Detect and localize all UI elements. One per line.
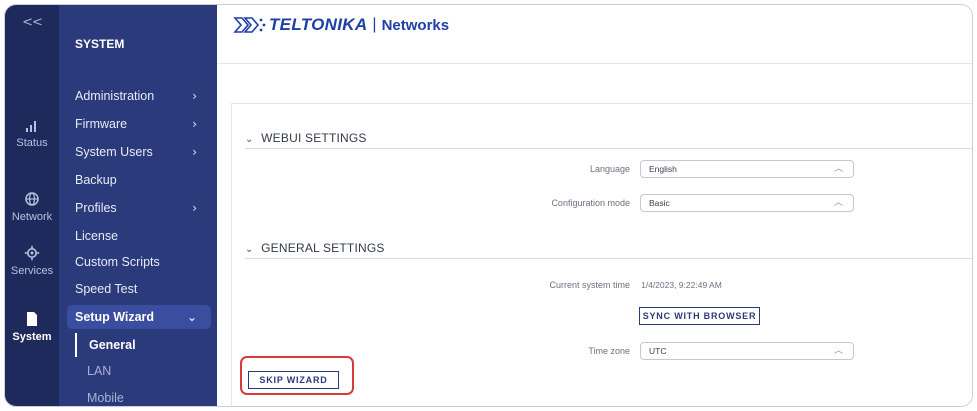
submenu-title: SYSTEM [75,37,125,51]
chevron-right-icon: › [192,89,197,103]
submenu-item-system-users[interactable]: System Users › [75,140,211,164]
icon-rail: << Status Network Services System [5,5,59,406]
submenu-item-label: LAN [87,364,112,378]
header-divider [217,63,972,64]
brand-product: Networks [381,16,450,34]
submenu-item-speed-test[interactable]: Speed Test [75,277,211,301]
submenu-item-setup-wizard[interactable]: Setup Wizard ⌄ [67,305,211,329]
system-icon [5,311,59,329]
submenu-item-administration[interactable]: Administration › [75,84,211,108]
submenu-item-lan[interactable]: LAN [75,359,211,383]
submenu-item-label: Backup [75,173,117,187]
submenu-item-label: License [75,229,119,243]
rail-item-status[interactable]: Status [5,117,59,149]
rail-item-label: Network [11,211,53,223]
submenu-item-mobile[interactable]: Mobile [75,386,211,406]
section-divider [245,148,972,149]
submenu-item-label: Setup Wizard [75,310,155,324]
submenu-item-label: Profiles [75,201,117,215]
sync-with-browser-button[interactable]: SYNC WITH BROWSER [639,307,760,325]
submenu-item-license[interactable]: License [75,224,211,248]
system-submenu: SYSTEM Administration › Firmware › Syste… [59,5,217,406]
configuration-mode-select[interactable]: Basic ︿ [640,194,854,212]
rail-item-services[interactable]: Services [5,245,59,277]
rail-item-label: System [12,331,52,343]
current-system-time-value: 1/4/2023, 9:22:49 AM [641,280,722,290]
language-value: English [649,164,677,174]
configuration-mode-label: Configuration mode [551,198,630,208]
gear-icon [5,245,59,263]
submenu-item-label: Speed Test [75,282,138,296]
chevron-up-icon: ︿ [833,346,843,356]
brand-name: TELTONIKA [269,15,368,34]
current-system-time-label: Current system time [549,280,630,290]
submenu-item-profiles[interactable]: Profiles › [75,196,211,220]
submenu-item-custom-scripts[interactable]: Custom Scripts [75,250,211,274]
globe-icon [5,191,59,209]
section-title: GENERAL SETTINGS [261,241,385,255]
submenu-item-label: Firmware [75,117,128,131]
language-select[interactable]: English ︿ [640,160,854,178]
section-divider [245,258,972,259]
brand-logo[interactable]: TELTONIKA | Networks [233,13,449,37]
time-zone-value: UTC [649,346,667,356]
brand-separator: | [372,16,377,33]
chevron-up-icon: ︿ [833,164,843,174]
time-zone-select[interactable]: UTC ︿ [640,342,854,360]
general-settings-toggle[interactable]: ⌄ GENERAL SETTINGS [245,241,385,255]
webui-settings-toggle[interactable]: ⌄ WEBUI SETTINGS [245,131,367,145]
submenu-item-label: General [89,338,136,352]
app-window: << Status Network Services System SYSTEM… [4,4,973,407]
submenu-item-label: Mobile [87,391,124,405]
main-content: TELTONIKA | Networks ⌄ WEBUI SETTINGS La… [217,5,972,406]
submenu-item-general[interactable]: General [75,333,211,357]
chevron-down-icon: ⌄ [245,244,254,255]
submenu-item-label: Administration [75,89,155,103]
chevron-right-icon: › [192,117,197,131]
rail-item-system[interactable]: System [5,311,59,343]
submenu-item-backup[interactable]: Backup [75,168,211,192]
chevron-down-icon: ⌄ [186,310,197,324]
time-zone-label: Time zone [588,346,630,356]
chevron-up-icon: ︿ [833,198,843,208]
rail-item-label: Status [16,137,48,149]
submenu-item-label: Custom Scripts [75,255,160,269]
teltonika-logo-icon [233,17,266,33]
signal-bars-icon [5,117,59,135]
configuration-mode-value: Basic [649,198,670,208]
chevron-down-icon: ⌄ [245,134,254,145]
section-title: WEBUI SETTINGS [261,131,367,145]
skip-wizard-highlight [240,356,354,395]
language-label: Language [589,164,630,174]
submenu-item-firmware[interactable]: Firmware › [75,112,211,136]
collapse-menu-button[interactable]: << [5,15,59,30]
submenu-item-label: System Users [75,145,153,159]
chevron-right-icon: › [192,201,197,215]
rail-item-label: Services [10,265,54,277]
chevron-right-icon: › [192,145,197,159]
rail-item-network[interactable]: Network [5,191,59,223]
